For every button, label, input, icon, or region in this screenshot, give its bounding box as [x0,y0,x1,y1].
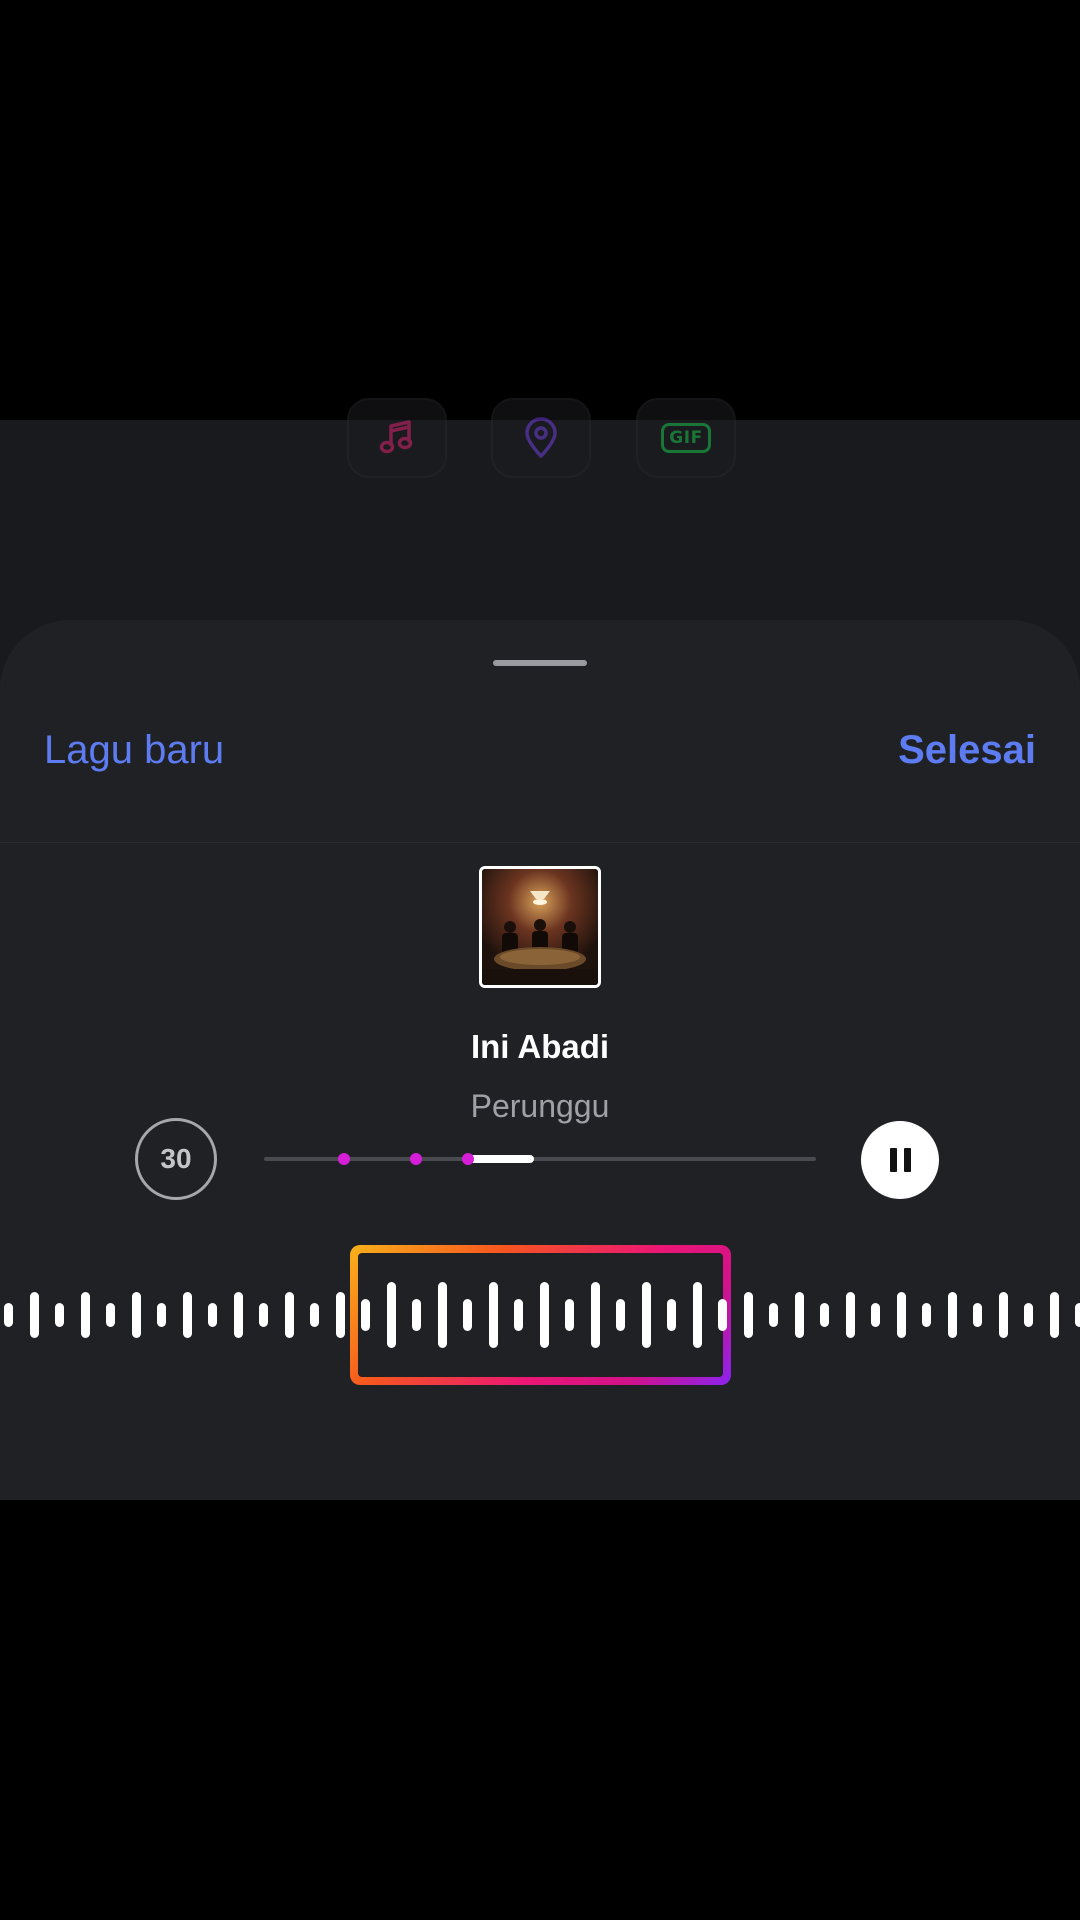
sticker-row: GIF [0,398,1080,478]
waveform-bar [896,1292,906,1338]
progress-marker [462,1153,474,1165]
waveform-bar [820,1303,829,1327]
waveform-bar [539,1282,549,1348]
waveform-bar [1075,1303,1080,1327]
location-pin-icon [525,417,557,459]
progress-marker [338,1153,350,1165]
waveform-bar [80,1292,90,1338]
playback-progress-track[interactable] [264,1153,816,1165]
waveform-bar [692,1282,702,1348]
waveform-bar [29,1292,39,1338]
waveform-bar [386,1282,396,1348]
waveform-bar [182,1292,192,1338]
header-divider [0,842,1080,843]
waveform-bar [463,1299,472,1331]
waveform-bar [947,1292,957,1338]
waveform-bar [55,1303,64,1327]
waveform-bar [259,1303,268,1327]
location-sticker-button[interactable] [491,398,591,478]
pause-icon [889,1148,897,1172]
waveform-bar [437,1282,447,1348]
waveform-bar [769,1303,778,1327]
waveform-bar [284,1292,294,1338]
song-title: Ini Abadi [470,1028,610,1065]
waveform-bar [871,1303,880,1327]
waveform-bar [335,1292,345,1338]
audio-waveform-scrubber[interactable] [0,1240,1080,1390]
done-button[interactable]: Selesai [898,728,1036,773]
playback-progress-fill [468,1155,534,1163]
waveform-bar [488,1282,498,1348]
waveform-bar [641,1282,651,1348]
waveform-bar [590,1282,600,1348]
waveform-bar [794,1292,804,1338]
waveform-bar [845,1292,855,1338]
gif-sticker-button[interactable]: GIF [636,398,736,478]
music-bottom-sheet: Lagu baru Selesai Ini Abadi Perunggu 30 [0,620,1080,1500]
waveform-bar [310,1303,319,1327]
waveform-bar [4,1303,13,1327]
waveform-bar [565,1299,574,1331]
new-song-button[interactable]: Lagu baru [44,728,224,773]
music-note-icon [379,420,413,454]
album-art [479,866,601,988]
screen: GIF Lagu baru Selesai Ini Abadi Perunggu… [0,0,1080,1920]
waveform-bar [361,1299,370,1331]
album-art-image [482,869,598,985]
waveform-bar [973,1303,982,1327]
pause-icon [903,1148,911,1172]
waveform-bar [616,1299,625,1331]
sheet-grabber[interactable] [493,660,587,666]
music-sticker-button[interactable] [347,398,447,478]
clip-duration-button[interactable]: 30 [135,1118,217,1200]
waveform-bar [743,1292,753,1338]
waveform-bar [1049,1292,1059,1338]
waveform-bar [998,1292,1008,1338]
progress-marker [410,1153,422,1165]
waveform-bar [131,1292,141,1338]
waveform-bar [667,1299,676,1331]
waveform-bar [514,1299,523,1331]
waveform-bar [412,1299,421,1331]
waveform-bar [718,1299,727,1331]
waveform-bar [1024,1303,1033,1327]
waveform-bar [208,1303,217,1327]
gif-label: GIF [661,423,711,453]
waveform-bar [233,1292,243,1338]
waveform-bar [922,1303,931,1327]
waveform-bar [106,1303,115,1327]
pause-button[interactable] [861,1121,939,1199]
waveform-bar [157,1303,166,1327]
